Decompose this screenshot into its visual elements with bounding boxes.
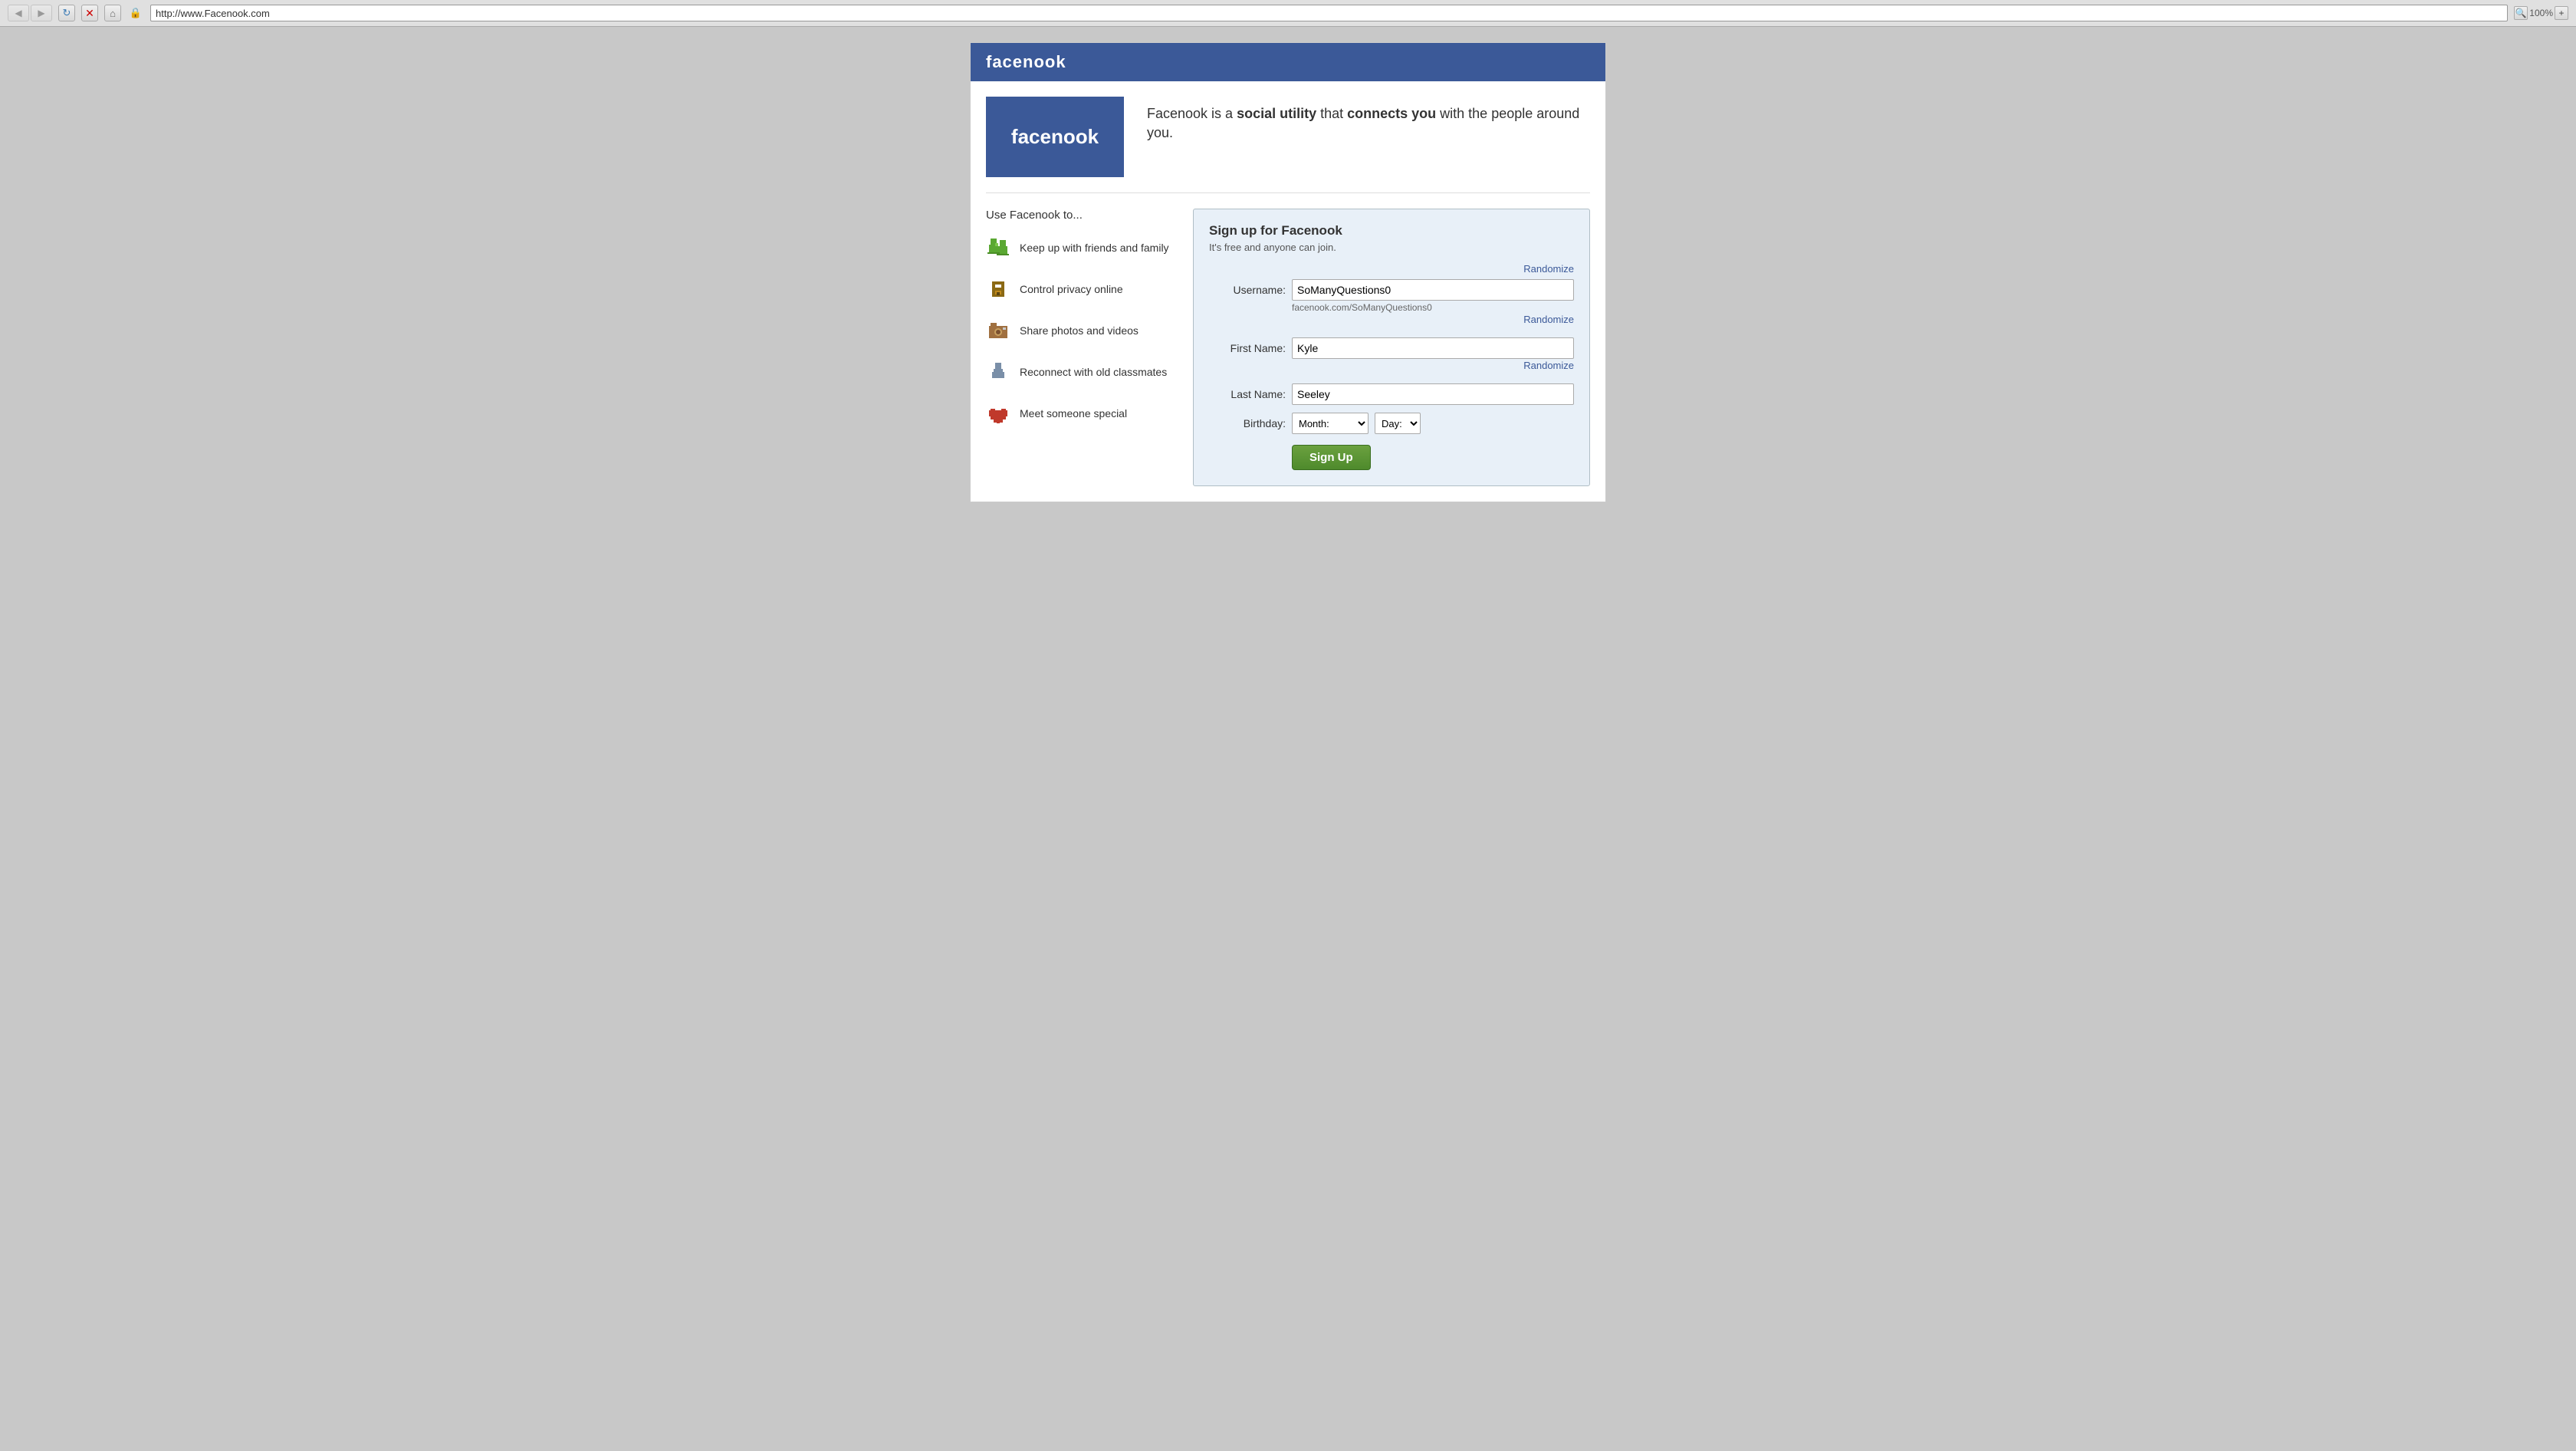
randomize-top-link[interactable]: Randomize <box>1523 263 1574 275</box>
feature-label-photos: Share photos and videos <box>1020 324 1138 337</box>
home-button[interactable]: ⌂ <box>104 5 121 21</box>
logo-box: facenook <box>986 97 1124 177</box>
privacy-icon <box>986 277 1010 301</box>
home-icon: ⌂ <box>110 8 116 19</box>
month-select[interactable]: Month: January February March April May … <box>1292 413 1368 434</box>
username-field-wrapper: facenook.com/SoManyQuestions0 Randomize <box>1292 279 1574 330</box>
stop-button[interactable]: ✕ <box>81 5 98 21</box>
feature-item-friends: Keep up with friends and family <box>986 235 1170 260</box>
zoom-controls: 🔍 100% + <box>2514 6 2568 20</box>
logo-text: facenook <box>1011 125 1099 149</box>
feature-label-friends: Keep up with friends and family <box>1020 241 1169 255</box>
url-text: http://www.Facenook.com <box>156 8 270 19</box>
feature-label-privacy: Control privacy online <box>1020 282 1123 296</box>
tagline: Facenook is a social utility that connec… <box>1147 97 1590 143</box>
zoom-out-button[interactable]: 🔍 <box>2514 6 2528 20</box>
tagline-bold2: connects you <box>1347 106 1436 121</box>
back-icon: ◀ <box>15 8 21 18</box>
birthday-row: Birthday: Month: January February March … <box>1209 413 1574 434</box>
username-row: Username: facenook.com/SoManyQuestions0 … <box>1209 279 1574 330</box>
zoom-in-icon: + <box>2558 8 2564 18</box>
randomize-firstname-link[interactable]: Randomize <box>1523 360 1574 371</box>
signup-button[interactable]: Sign Up <box>1292 445 1371 470</box>
signup-subtitle: It's free and anyone can join. <box>1209 242 1574 253</box>
address-bar[interactable]: http://www.Facenook.com <box>150 5 2508 21</box>
firstname-row: First Name: Randomize <box>1209 337 1574 376</box>
zoom-level: 100% <box>2529 8 2553 18</box>
signup-title: Sign up for Facenook <box>1209 223 1574 239</box>
lastname-row: Last Name: <box>1209 383 1574 405</box>
photos-icon <box>986 318 1010 343</box>
birthday-selects: Month: January February March April May … <box>1292 413 1421 434</box>
forward-button[interactable]: ▶ <box>31 5 52 21</box>
security-icon: 🔒 <box>127 5 144 21</box>
username-url-hint: facenook.com/SoManyQuestions0 <box>1292 302 1574 313</box>
friends-icon <box>986 235 1010 260</box>
randomize-row-top: Randomize <box>1209 262 1574 275</box>
reload-button[interactable]: ↻ <box>58 5 75 21</box>
feature-item-photos: Share photos and videos <box>986 318 1170 343</box>
day-select[interactable]: Day: 1234 5678 9101112 13141516 17181920… <box>1375 413 1421 434</box>
feature-item-special: Meet someone special <box>986 401 1170 426</box>
randomize-row-username: Randomize <box>1292 313 1574 325</box>
browser-toolbar: ◀ ▶ ↻ ✕ ⌂ 🔒 http://www.Facenook.com 🔍 10… <box>0 0 2576 27</box>
zoom-in-button[interactable]: + <box>2555 6 2568 20</box>
lastname-input[interactable] <box>1292 383 1574 405</box>
tagline-prefix: Facenook is a <box>1147 106 1237 121</box>
lastname-label: Last Name: <box>1209 383 1286 400</box>
firstname-label: First Name: <box>1209 337 1286 354</box>
feature-label-special: Meet someone special <box>1020 406 1127 420</box>
tagline-bold1: social utility <box>1237 106 1316 121</box>
randomize-username-link[interactable]: Randomize <box>1523 314 1574 325</box>
features-title: Use Facenook to... <box>986 209 1170 222</box>
lastname-field-wrapper <box>1292 383 1574 405</box>
site-header: facenook <box>971 43 1605 81</box>
stop-icon: ✕ <box>85 7 94 20</box>
top-section: facenook Facenook is a social utility th… <box>986 97 1590 193</box>
forward-icon: ▶ <box>38 8 44 18</box>
username-label: Username: <box>1209 279 1286 296</box>
reload-icon: ↻ <box>63 7 71 19</box>
signup-section: Sign up for Facenook It's free and anyon… <box>1193 209 1590 486</box>
heart-icon <box>986 401 1010 426</box>
bottom-section: Use Facenook to... <box>986 209 1590 486</box>
feature-item-privacy: Control privacy online <box>986 277 1170 301</box>
randomize-row-firstname: Randomize <box>1292 359 1574 371</box>
nav-buttons: ◀ ▶ <box>8 5 52 21</box>
features-section: Use Facenook to... <box>986 209 1170 443</box>
firstname-field-wrapper: Randomize <box>1292 337 1574 376</box>
signup-btn-row: Sign Up <box>1209 445 1574 470</box>
feature-item-classmates: Reconnect with old classmates <box>986 360 1170 384</box>
classmates-icon <box>986 360 1010 384</box>
tagline-middle: that <box>1316 106 1347 121</box>
site-container: facenook facenook Facenook is a social u… <box>970 42 1606 502</box>
firstname-input[interactable] <box>1292 337 1574 359</box>
page-wrapper: facenook facenook Facenook is a social u… <box>0 27 2576 1447</box>
zoom-out-icon: 🔍 <box>2515 8 2527 18</box>
username-input[interactable] <box>1292 279 1574 301</box>
birthday-label: Birthday: <box>1209 417 1286 429</box>
site-header-title: facenook <box>986 52 1066 71</box>
main-content: facenook Facenook is a social utility th… <box>971 81 1605 502</box>
feature-label-classmates: Reconnect with old classmates <box>1020 365 1167 379</box>
back-button[interactable]: ◀ <box>8 5 29 21</box>
